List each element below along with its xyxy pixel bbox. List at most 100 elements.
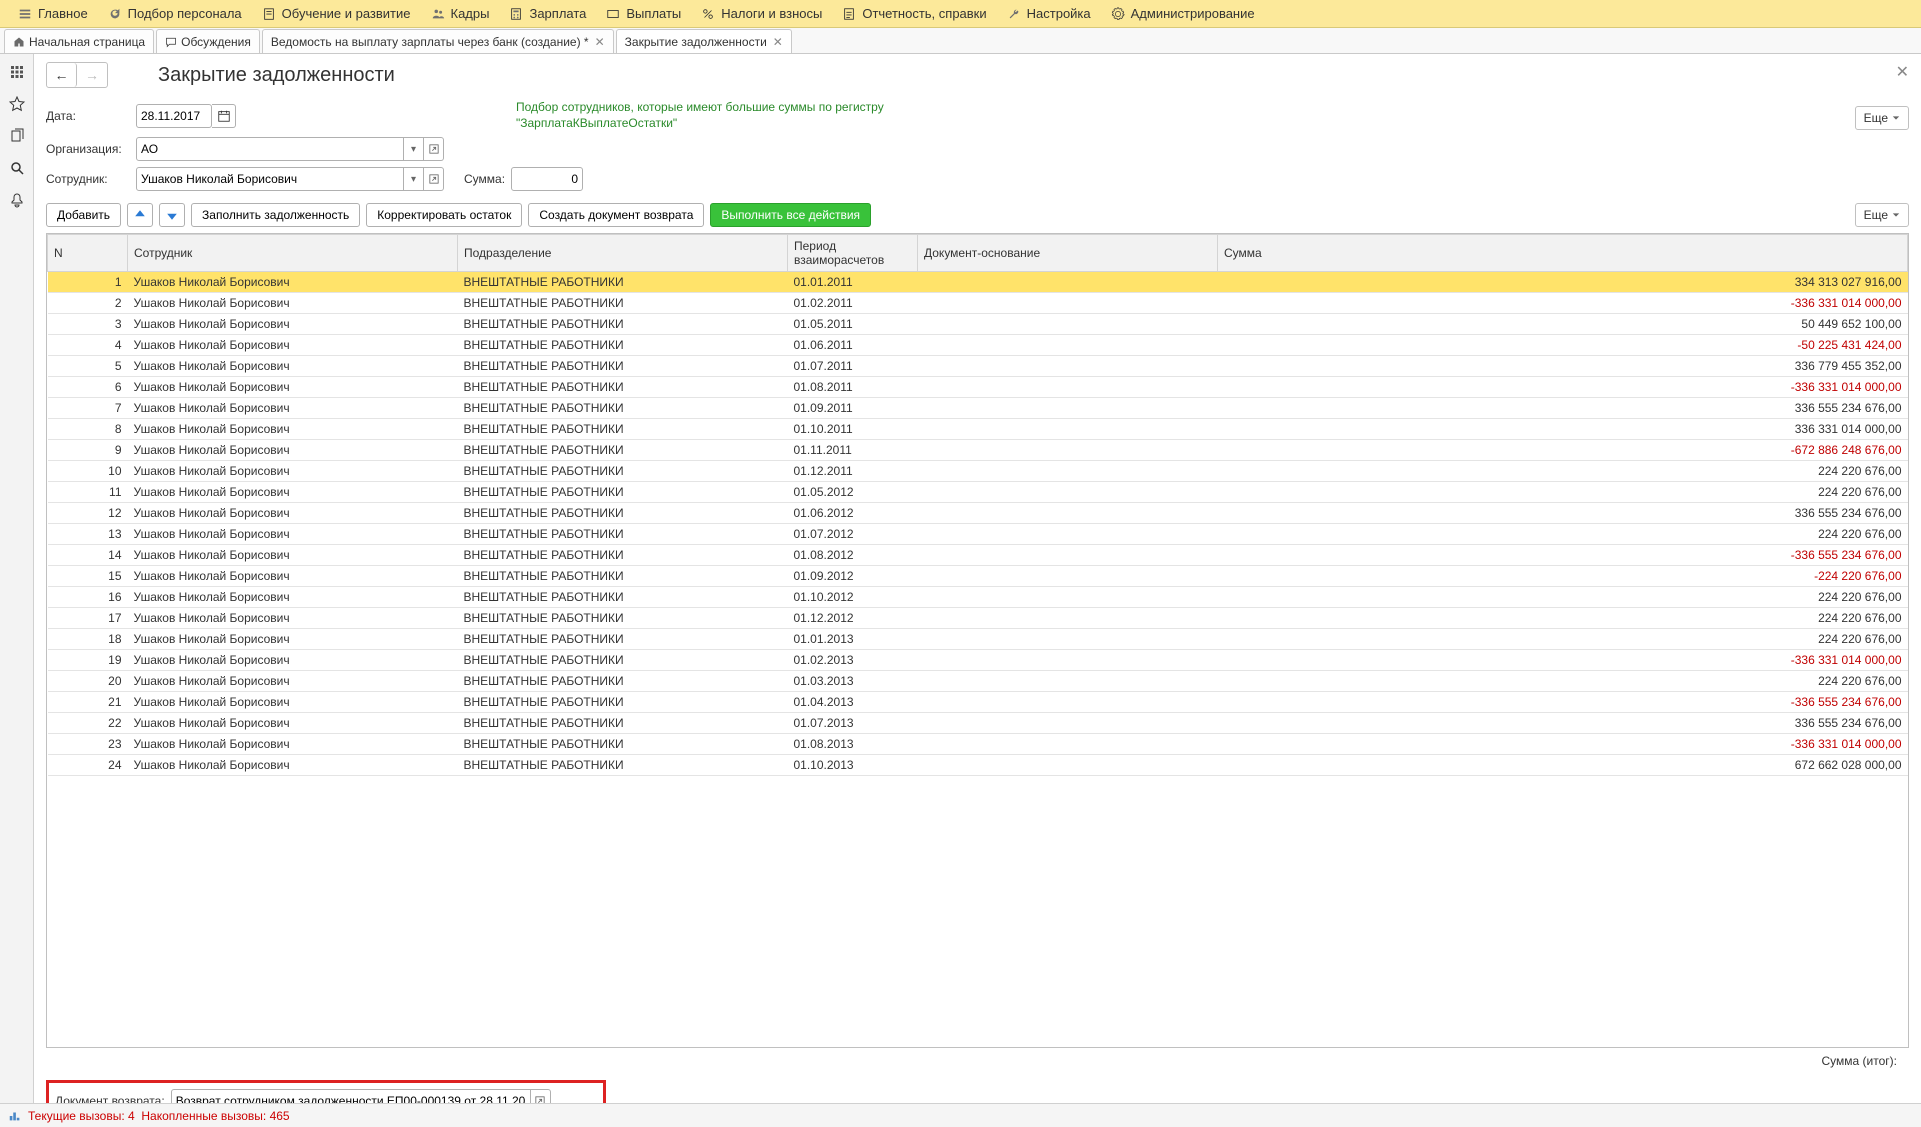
table-row[interactable]: 18Ушаков Николай БорисовичВНЕШТАТНЫЕ РАБ…: [48, 629, 1908, 650]
close-page-button[interactable]: ✕: [1896, 62, 1909, 82]
search-icon[interactable]: [5, 156, 29, 180]
table-scroll[interactable]: N Сотрудник Подразделение Период взаимор…: [46, 233, 1909, 1048]
topmenu-label: Кадры: [451, 6, 490, 21]
table-row[interactable]: 5Ушаков Николай БорисовичВНЕШТАТНЫЕ РАБО…: [48, 356, 1908, 377]
employee-open-button[interactable]: [424, 167, 444, 191]
move-up-button[interactable]: [127, 203, 153, 227]
date-input[interactable]: [136, 104, 212, 128]
table-row[interactable]: 14Ушаков Николай БорисовичВНЕШТАТНЫЕ РАБ…: [48, 545, 1908, 566]
topmenu-item-2[interactable]: Обучение и развитие: [252, 0, 421, 28]
more-button-top[interactable]: Еще: [1855, 106, 1909, 130]
table-row[interactable]: 13Ушаков Николай БорисовичВНЕШТАТНЫЕ РАБ…: [48, 524, 1908, 545]
org-input[interactable]: [136, 137, 404, 161]
col-period[interactable]: Период взаиморасчетов: [788, 235, 918, 272]
employee-dropdown-button[interactable]: ▾: [404, 167, 424, 191]
topmenu-label: Администрирование: [1131, 6, 1255, 21]
table-row[interactable]: 19Ушаков Николай БорисовичВНЕШТАТНЫЕ РАБ…: [48, 650, 1908, 671]
employee-input[interactable]: [136, 167, 404, 191]
table-row[interactable]: 9Ушаков Николай БорисовичВНЕШТАТНЫЕ РАБО…: [48, 440, 1908, 461]
tab-3[interactable]: Закрытие задолженности✕: [616, 29, 792, 53]
date-picker-button[interactable]: [212, 104, 236, 128]
table-row[interactable]: 1Ушаков Николай БорисовичВНЕШТАТНЫЕ РАБО…: [48, 272, 1908, 293]
cell-sum: -336 331 014 000,00: [1218, 650, 1908, 671]
cell-sum: 224 220 676,00: [1218, 629, 1908, 650]
move-down-button[interactable]: [159, 203, 185, 227]
table-row[interactable]: 11Ушаков Николай БорисовичВНЕШТАТНЫЕ РАБ…: [48, 482, 1908, 503]
table-row[interactable]: 21Ушаков Николай БорисовичВНЕШТАТНЫЕ РАБ…: [48, 692, 1908, 713]
return-doc-open-button[interactable]: [531, 1089, 551, 1103]
table-row[interactable]: 6Ушаков Николай БорисовичВНЕШТАТНЫЕ РАБО…: [48, 377, 1908, 398]
cell-document: [918, 335, 1218, 356]
cell-department: ВНЕШТАТНЫЕ РАБОТНИКИ: [458, 755, 788, 776]
cell-n: 17: [48, 608, 128, 629]
table-row[interactable]: 22Ушаков Николай БорисовичВНЕШТАТНЫЕ РАБ…: [48, 713, 1908, 734]
more-button-toolbar[interactable]: Еще: [1855, 203, 1909, 227]
correct-balance-button[interactable]: Корректировать остаток: [366, 203, 522, 227]
sum-input[interactable]: [511, 167, 583, 191]
tab-0[interactable]: Начальная страница: [4, 29, 154, 53]
tab-1[interactable]: Обсуждения: [156, 29, 260, 53]
topmenu-item-8[interactable]: Настройка: [997, 0, 1101, 28]
clipboard-icon[interactable]: [5, 124, 29, 148]
status-bar: Текущие вызовы: 4 Накопленные вызовы: 46…: [0, 1103, 1921, 1127]
table-row[interactable]: 23Ушаков Николай БорисовичВНЕШТАТНЫЕ РАБ…: [48, 734, 1908, 755]
cell-n: 7: [48, 398, 128, 419]
cell-department: ВНЕШТАТНЫЕ РАБОТНИКИ: [458, 377, 788, 398]
cell-sum: -672 886 248 676,00: [1218, 440, 1908, 461]
cell-period: 01.01.2013: [788, 629, 918, 650]
topmenu-item-5[interactable]: Выплаты: [596, 0, 691, 28]
table-row[interactable]: 20Ушаков Николай БорисовичВНЕШТАТНЫЕ РАБ…: [48, 671, 1908, 692]
add-button[interactable]: Добавить: [46, 203, 121, 227]
tab-label: Начальная страница: [29, 35, 145, 49]
table-row[interactable]: 3Ушаков Николай БорисовичВНЕШТАТНЫЕ РАБО…: [48, 314, 1908, 335]
col-sum[interactable]: Сумма: [1218, 235, 1908, 272]
nav-forward-button[interactable]: →: [77, 63, 107, 87]
cell-sum: -336 331 014 000,00: [1218, 377, 1908, 398]
col-n[interactable]: N: [48, 235, 128, 272]
topmenu-item-7[interactable]: Отчетность, справки: [832, 0, 996, 28]
cell-n: 9: [48, 440, 128, 461]
topmenu-item-9[interactable]: Администрирование: [1101, 0, 1265, 28]
apps-icon[interactable]: [5, 60, 29, 84]
table-row[interactable]: 4Ушаков Николай БорисовичВНЕШТАТНЫЕ РАБО…: [48, 335, 1908, 356]
table-row[interactable]: 10Ушаков Николай БорисовичВНЕШТАТНЫЕ РАБ…: [48, 461, 1908, 482]
org-dropdown-button[interactable]: ▾: [404, 137, 424, 161]
topmenu-item-4[interactable]: Зарплата: [499, 0, 596, 28]
table-row[interactable]: 24Ушаков Николай БорисовичВНЕШТАТНЫЕ РАБ…: [48, 755, 1908, 776]
col-employee[interactable]: Сотрудник: [128, 235, 458, 272]
topmenu-item-6[interactable]: Налоги и взносы: [691, 0, 832, 28]
run-all-actions-button[interactable]: Выполнить все действия: [710, 203, 871, 227]
cell-document: [918, 545, 1218, 566]
table-row[interactable]: 17Ушаков Николай БорисовичВНЕШТАТНЫЕ РАБ…: [48, 608, 1908, 629]
topmenu-item-3[interactable]: Кадры: [421, 0, 500, 28]
col-document[interactable]: Документ-основание: [918, 235, 1218, 272]
cell-department: ВНЕШТАТНЫЕ РАБОТНИКИ: [458, 608, 788, 629]
return-doc-input[interactable]: [171, 1089, 531, 1103]
org-open-button[interactable]: [424, 137, 444, 161]
table-row[interactable]: 15Ушаков Николай БорисовичВНЕШТАТНЫЕ РАБ…: [48, 566, 1908, 587]
table-row[interactable]: 12Ушаков Николай БорисовичВНЕШТАТНЫЕ РАБ…: [48, 503, 1908, 524]
close-icon[interactable]: ✕: [595, 35, 605, 49]
bell-icon[interactable]: [5, 188, 29, 212]
current-calls-label: Текущие вызовы:: [28, 1109, 125, 1123]
cell-document: [918, 755, 1218, 776]
topmenu-item-0[interactable]: Главное: [8, 0, 98, 28]
table-row[interactable]: 16Ушаков Николай БорисовичВНЕШТАТНЫЕ РАБ…: [48, 587, 1908, 608]
cell-document: [918, 734, 1218, 755]
cell-sum: 336 331 014 000,00: [1218, 419, 1908, 440]
cell-department: ВНЕШТАТНЫЕ РАБОТНИКИ: [458, 335, 788, 356]
create-return-doc-button[interactable]: Создать документ возврата: [528, 203, 704, 227]
cell-sum: 334 313 027 916,00: [1218, 272, 1908, 293]
table-row[interactable]: 8Ушаков Николай БорисовичВНЕШТАТНЫЕ РАБО…: [48, 419, 1908, 440]
nav-back-button[interactable]: ←: [47, 63, 77, 87]
col-department[interactable]: Подразделение: [458, 235, 788, 272]
topmenu-item-1[interactable]: Подбор персонала: [98, 0, 252, 28]
close-icon[interactable]: ✕: [773, 35, 783, 49]
tab-2[interactable]: Ведомость на выплату зарплаты через банк…: [262, 29, 614, 53]
fill-debt-button[interactable]: Заполнить задолженность: [191, 203, 360, 227]
star-icon[interactable]: [5, 92, 29, 116]
table-row[interactable]: 7Ушаков Николай БорисовичВНЕШТАТНЫЕ РАБО…: [48, 398, 1908, 419]
topmenu-label: Зарплата: [529, 6, 586, 21]
table-row[interactable]: 2Ушаков Николай БорисовичВНЕШТАТНЫЕ РАБО…: [48, 293, 1908, 314]
hint-text: Подбор сотрудников, которые имеют больши…: [516, 100, 916, 131]
